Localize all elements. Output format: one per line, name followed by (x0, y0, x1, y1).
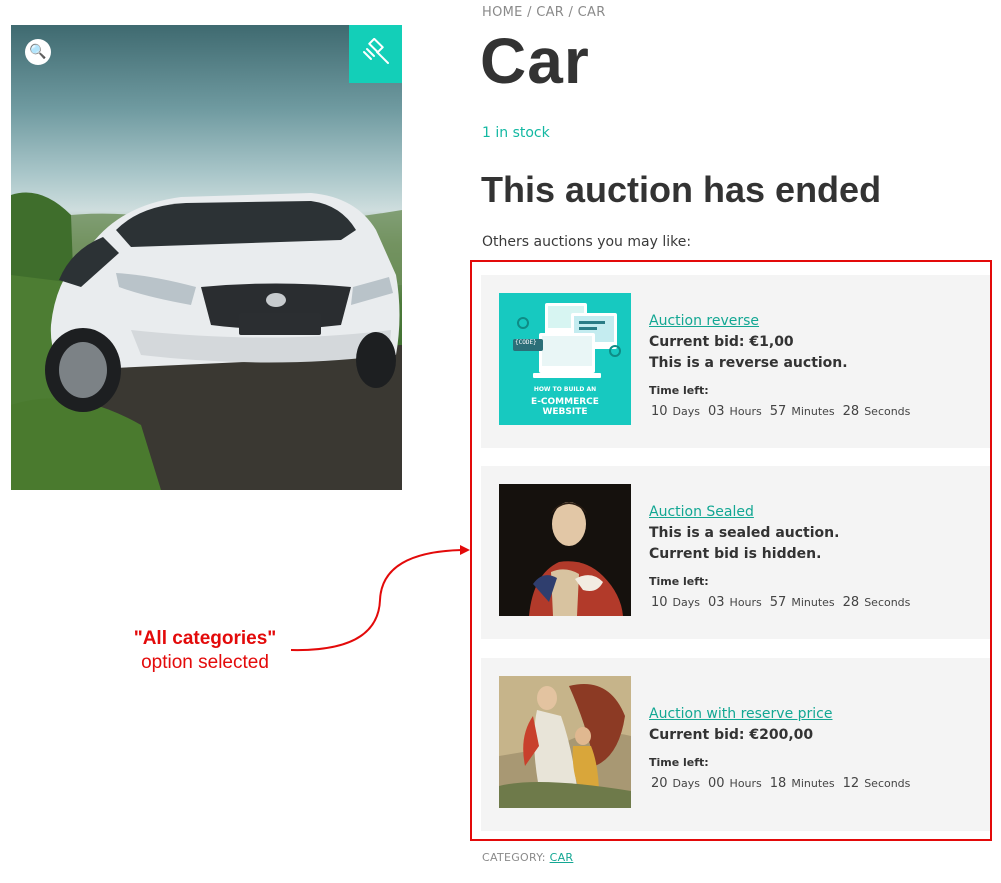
auction-badge (349, 25, 402, 83)
car-illustration (11, 192, 402, 490)
breadcrumb-category[interactable]: CAR (536, 5, 564, 20)
breadcrumb-separator: / (568, 5, 574, 20)
product-image[interactable]: 🔍 (11, 25, 402, 490)
zoom-button[interactable]: 🔍 (25, 39, 51, 65)
category-link[interactable]: CAR (550, 851, 574, 864)
gavel-icon (362, 38, 389, 64)
stock-status: 1 in stock (482, 125, 550, 141)
magnifier-icon: 🔍 (29, 44, 47, 60)
annotation-title: "All categories" (133, 628, 277, 649)
annotation-callout: "All categories" option selected (110, 627, 300, 675)
annotation-subtitle: option selected (141, 652, 269, 673)
category-label: CATEGORY: (482, 851, 546, 864)
breadcrumb-home[interactable]: HOME (482, 5, 523, 20)
breadcrumb-separator: / (527, 5, 532, 20)
breadcrumb-current: CAR (577, 5, 606, 20)
highlight-box (470, 260, 992, 841)
other-auctions-label: Others auctions you may like: (482, 234, 692, 250)
product-category: CATEGORY: CAR (482, 851, 573, 864)
auction-ended-heading: This auction has ended (481, 169, 882, 210)
product-title: Car (480, 25, 590, 97)
breadcrumb: HOME / CAR / CAR (482, 5, 606, 20)
